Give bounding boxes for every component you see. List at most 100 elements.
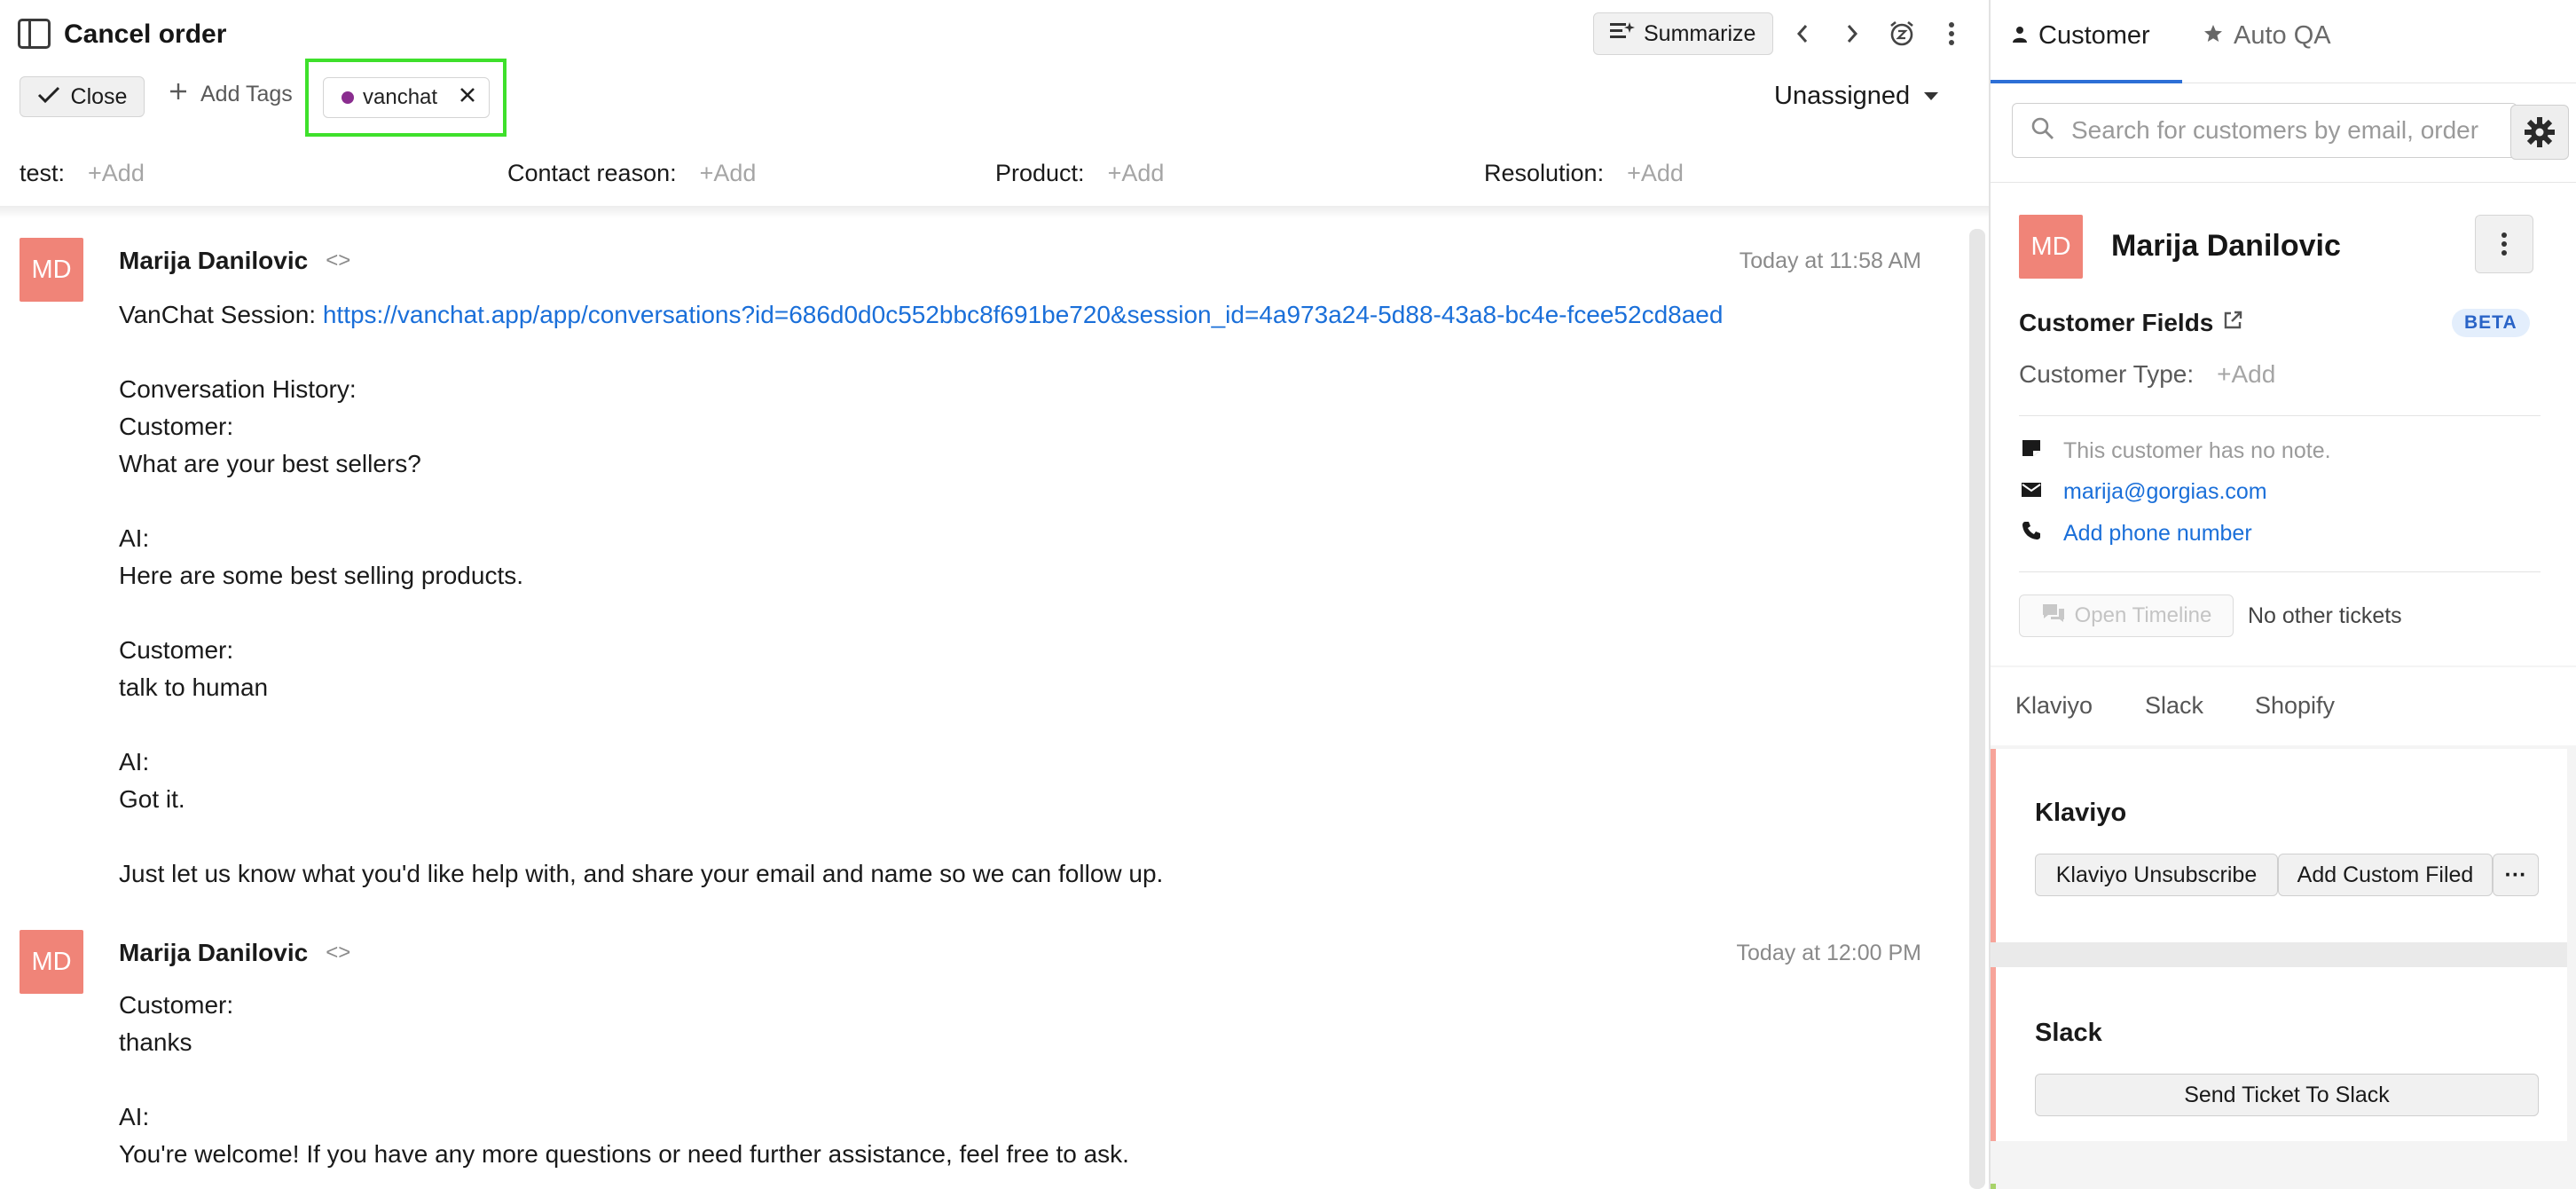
- field-label: Contact reason:: [507, 160, 677, 186]
- other-tickets-text: No other tickets: [2248, 603, 2402, 628]
- source-code-icon[interactable]: <>: [326, 248, 350, 273]
- author-name[interactable]: Marija Danilovic: [119, 939, 308, 967]
- customer-card: MD Marija Danilovic Customer Fields BETA…: [1991, 183, 2576, 665]
- customer-fields-label: Customer Fields: [2019, 309, 2214, 336]
- external-link-icon[interactable]: [2222, 310, 2243, 337]
- message-line: [119, 1061, 1946, 1098]
- klaviyo-more-button[interactable]: ···: [2493, 854, 2539, 896]
- field-add-button[interactable]: +Add: [700, 160, 757, 187]
- open-timeline-label: Open Timeline: [2074, 603, 2212, 627]
- ticket-fields-row: test: +Add Contact reason: +Add Product:…: [20, 160, 1971, 195]
- ticket-panel: Cancel order Summarize Close Add Tags va…: [0, 0, 1989, 1189]
- message-line: You're welcome! If you have any more que…: [119, 1140, 1129, 1168]
- message-line: [119, 483, 1946, 520]
- message-timestamp: Today at 11:58 AM: [1739, 248, 1921, 273]
- integration-tab-slack[interactable]: Slack: [2145, 692, 2203, 720]
- tag-chip-vanchat[interactable]: vanchat: [323, 77, 490, 118]
- message-line: Got it.: [119, 785, 185, 813]
- message-scrollbar[interactable]: [1969, 229, 1985, 1189]
- customer-phone-row: Add phone number: [2019, 521, 2252, 547]
- add-tags-button[interactable]: Add Tags: [169, 82, 293, 107]
- message-line: AI:: [119, 1103, 150, 1130]
- add-custom-field-button[interactable]: Add Custom Filed: [2278, 854, 2493, 896]
- session-prefix: VanChat Session:: [119, 301, 323, 328]
- customer-search-input[interactable]: [2071, 116, 2497, 145]
- message: MD Marija Danilovic <> Today at 11:58 AM…: [20, 238, 1953, 912]
- summarize-label: Summarize: [1644, 20, 1756, 46]
- chevron-right-icon[interactable]: [1834, 16, 1870, 51]
- customer-note[interactable]: This customer has no note.: [2063, 438, 2331, 464]
- chevron-left-icon[interactable]: [1785, 16, 1820, 51]
- assignee-dropdown[interactable]: Unassigned: [1774, 82, 1939, 111]
- field-add-button[interactable]: +Add: [88, 160, 145, 187]
- session-link[interactable]: https://vanchat.app/app/conversations?id…: [323, 301, 1724, 328]
- customer-email-link[interactable]: marija@gorgias.com: [2063, 479, 2267, 505]
- tab-label: Customer: [2038, 21, 2150, 50]
- caret-down-icon: [1924, 92, 1939, 100]
- message: MD Marija Danilovic <> Today at 12:00 PM…: [20, 930, 1953, 1189]
- field-label: test:: [20, 160, 66, 186]
- integration-tabs: Klaviyo Slack Shopify: [1991, 667, 2576, 745]
- message-line: AI:: [119, 748, 150, 776]
- chat-bubbles-icon: [2041, 602, 2066, 630]
- customer-search-row: [1991, 83, 2576, 183]
- customer-search-box[interactable]: [2012, 103, 2517, 158]
- field-add-button[interactable]: +Add: [1108, 160, 1165, 187]
- message-author: Marija Danilovic <>: [119, 939, 350, 967]
- gear-icon[interactable]: [2510, 105, 2569, 160]
- message-line: Conversation History:: [119, 375, 357, 403]
- open-timeline-button[interactable]: Open Timeline: [2019, 594, 2234, 637]
- summarize-icon: [1610, 20, 1635, 48]
- beta-badge: BETA: [2452, 309, 2530, 337]
- more-vertical-icon[interactable]: [1934, 16, 1969, 51]
- field-test: test: +Add: [20, 160, 145, 187]
- slack-card: Slack Send Ticket To Slack: [1991, 967, 2567, 1141]
- tab-auto-qa[interactable]: Auto QA: [2203, 21, 2331, 51]
- integration-tab-klaviyo[interactable]: Klaviyo: [2015, 692, 2093, 720]
- author-name[interactable]: Marija Danilovic: [119, 247, 308, 275]
- close-label: Close: [70, 83, 128, 109]
- add-phone-link[interactable]: Add phone number: [2063, 521, 2252, 547]
- message-line: Customer:: [119, 636, 234, 664]
- next-card-edge: [1991, 1184, 1996, 1189]
- summarize-button[interactable]: Summarize: [1593, 12, 1773, 55]
- remove-tag-icon[interactable]: [459, 85, 476, 110]
- plus-icon: [169, 82, 188, 107]
- message-line: thanks: [119, 1028, 192, 1056]
- customer-fields-title[interactable]: Customer Fields: [2019, 309, 2243, 337]
- avatar[interactable]: MD: [20, 238, 83, 302]
- close-ticket-button[interactable]: Close: [20, 76, 145, 117]
- session-line: VanChat Session: https://vanchat.app/app…: [119, 296, 1946, 334]
- field-add-button[interactable]: +Add: [1627, 160, 1684, 187]
- integration-tab-shopify[interactable]: Shopify: [2255, 692, 2335, 720]
- customer-name[interactable]: Marija Danilovic: [2111, 229, 2341, 264]
- message-line: AI:: [119, 524, 150, 552]
- slack-card-title: Slack: [2035, 1019, 2102, 1047]
- snooze-clock-icon[interactable]: [1884, 16, 1920, 51]
- customer-type-add[interactable]: +Add: [2217, 360, 2275, 389]
- divider: [2019, 571, 2541, 572]
- divider: [2019, 415, 2541, 416]
- add-tags-label: Add Tags: [200, 82, 293, 106]
- customer-avatar: MD: [2019, 215, 2083, 279]
- search-icon: [2030, 116, 2055, 146]
- mail-icon: [2019, 480, 2044, 505]
- message-body: Customer: thanks AI: You're welcome! If …: [119, 987, 1946, 1173]
- customer-note-row: This customer has no note.: [2019, 438, 2331, 464]
- card-separator: [1991, 942, 2567, 967]
- header-divider: [0, 206, 1989, 218]
- avatar[interactable]: MD: [20, 930, 83, 994]
- customer-more-button[interactable]: [2475, 215, 2533, 273]
- message-line: [119, 594, 1946, 632]
- field-contact-reason: Contact reason: +Add: [507, 160, 756, 187]
- customer-email-row: marija@gorgias.com: [2019, 479, 2267, 505]
- tab-customer[interactable]: Customer: [2012, 21, 2150, 51]
- sidebar-toggle-icon[interactable]: [18, 19, 51, 49]
- klaviyo-unsubscribe-button[interactable]: Klaviyo Unsubscribe: [2035, 854, 2278, 896]
- message-line: Customer:: [119, 413, 234, 440]
- send-ticket-to-slack-button[interactable]: Send Ticket To Slack: [2035, 1074, 2539, 1116]
- person-icon: [2012, 21, 2028, 51]
- source-code-icon[interactable]: <>: [326, 941, 350, 965]
- ticket-title[interactable]: Cancel order: [64, 20, 226, 50]
